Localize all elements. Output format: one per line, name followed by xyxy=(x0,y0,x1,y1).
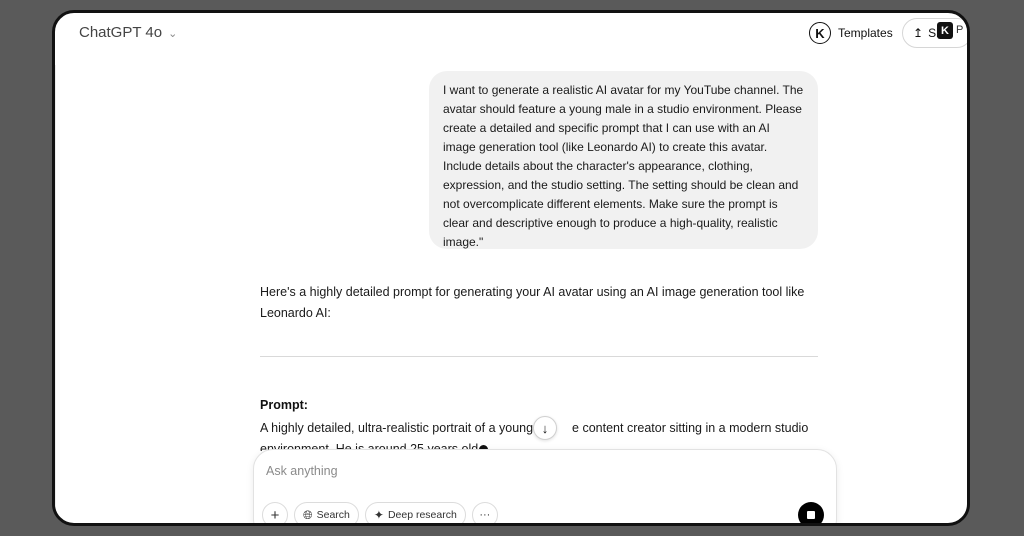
composer-toolbar: + 🌐︎ Search ✦ Deep research ··· xyxy=(262,502,498,524)
prompt-heading: Prompt: xyxy=(260,398,308,412)
stop-icon xyxy=(807,511,815,519)
extension-badge[interactable]: K xyxy=(937,22,953,39)
upload-icon: ↥ xyxy=(913,26,924,40)
message-composer: Ask anything + 🌐︎ Search ✦ Deep research… xyxy=(253,449,837,524)
templates-button[interactable]: Templates xyxy=(838,26,893,40)
ellipsis-icon: ··· xyxy=(479,509,491,521)
composer-input[interactable]: Ask anything xyxy=(266,464,338,478)
arrow-down-icon: ↓ xyxy=(541,420,549,436)
user-avatar[interactable]: K xyxy=(809,22,831,44)
sidebar-divider xyxy=(55,65,56,505)
deep-research-button[interactable]: ✦ Deep research xyxy=(364,502,466,523)
globe-icon: 🌐︎ xyxy=(303,507,313,522)
search-label: Search xyxy=(316,509,350,521)
app-window: ChatGPT 4o ⌄ K Templates ↥ Sh K P I want… xyxy=(52,10,970,526)
search-button[interactable]: 🌐︎ Search xyxy=(294,502,359,523)
model-name: ChatGPT 4o xyxy=(79,24,163,41)
divider xyxy=(260,356,818,357)
top-bar: ChatGPT 4o ⌄ K Templates ↥ Sh K P xyxy=(55,13,967,57)
model-switcher[interactable]: ChatGPT 4o ⌄ xyxy=(79,24,177,41)
user-message-bubble: I want to generate a realistic AI avatar… xyxy=(429,71,818,249)
scroll-to-bottom-button[interactable]: ↓ xyxy=(533,416,557,440)
chevron-down-icon: ⌄ xyxy=(168,28,178,40)
plus-icon: + xyxy=(270,506,280,524)
extension-badge-trailing: P xyxy=(956,24,964,36)
telescope-icon: ✦ xyxy=(373,508,384,522)
assistant-intro-text: Here's a highly detailed prompt for gene… xyxy=(260,285,805,320)
add-button[interactable]: + xyxy=(262,502,288,524)
prompt-text-part: e content creator sitting in a modern st… xyxy=(572,421,809,435)
more-tools-button[interactable]: ··· xyxy=(471,502,498,523)
prompt-text-part: A highly detailed, ultra-realistic portr… xyxy=(260,421,534,435)
stop-button[interactable] xyxy=(798,502,824,523)
deep-research-label: Deep research xyxy=(387,509,457,521)
